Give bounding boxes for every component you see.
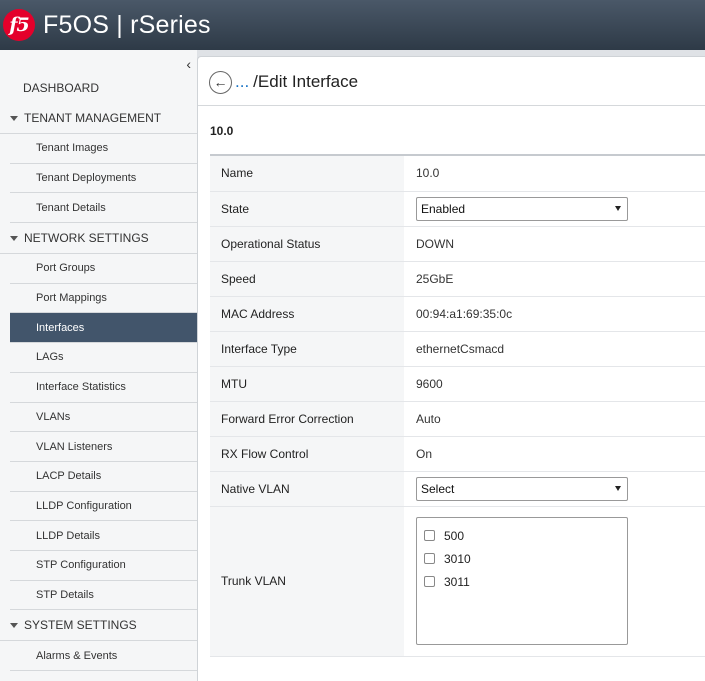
mac-address-value: 00:94:a1:69:35:0c (404, 296, 705, 332)
trunk-vlan-label: Trunk VLAN (210, 506, 404, 657)
native-vlan-select-value: Select (421, 481, 455, 496)
state-label: State (210, 191, 404, 227)
caret-down-icon (10, 235, 18, 241)
table-row: Speed 25GbE (210, 261, 705, 297)
fec-value: Auto (404, 401, 705, 437)
caret-down-icon (10, 622, 18, 628)
speed-label: Speed (210, 261, 404, 297)
sidebar-section-label: SYSTEM SETTINGS (24, 618, 137, 633)
state-select[interactable]: Enabled (416, 196, 628, 221)
sidebar-item-vlan-listeners[interactable]: VLAN Listeners (10, 432, 197, 462)
breadcrumb: ← ... /Edit Interface (209, 70, 358, 94)
sidebar-section-tenant-management[interactable]: TENANT MANAGEMENT (0, 103, 197, 134)
native-vlan-select[interactable]: Select (416, 476, 628, 501)
sidebar-item-dashboard[interactable]: DASHBOARD (0, 72, 197, 103)
interface-type-value: ethernetCsmacd (404, 331, 705, 367)
trunk-vlan-option[interactable]: 3011 (417, 570, 627, 593)
sidebar-item-interface-statistics[interactable]: Interface Statistics (10, 373, 197, 403)
trunk-vlan-option-label: 3011 (444, 574, 470, 589)
sidebar-item-port-mappings[interactable]: Port Mappings (10, 284, 197, 314)
table-row: Interface Type ethernetCsmacd (210, 331, 705, 367)
name-label: Name (210, 156, 404, 192)
sidebar-item-lacp-details[interactable]: LACP Details (10, 462, 197, 492)
sidebar-item-tenant-details[interactable]: Tenant Details (10, 193, 197, 224)
sidebar-item-lldp-details[interactable]: LLDP Details (10, 521, 197, 551)
trunk-vlan-option-label: 3010 (444, 551, 471, 566)
state-select-value: Enabled (421, 201, 466, 216)
dropdown-arrow-icon (615, 206, 621, 211)
dropdown-arrow-icon (615, 486, 621, 491)
app-title: F5OS | rSeries (43, 10, 211, 39)
breadcrumb-ellipsis-link[interactable]: ... (235, 72, 249, 92)
speed-value: 25GbE (404, 261, 705, 297)
checkbox[interactable] (424, 530, 435, 541)
sidebar-item-lags[interactable]: LAGs (10, 343, 197, 373)
checkbox[interactable] (424, 553, 435, 564)
sidebar-section-label: TENANT MANAGEMENT (24, 111, 162, 125)
caret-down-icon (10, 115, 18, 121)
rx-flow-control-value: On (404, 436, 705, 472)
table-row: MTU 9600 (210, 366, 705, 402)
sidebar-item-stp-configuration[interactable]: STP Configuration (10, 551, 197, 581)
sidebar-item-tenant-deployments[interactable]: Tenant Deployments (10, 164, 197, 194)
sidebar-item-vlans[interactable]: VLANs (10, 403, 197, 433)
table-row: State Enabled (210, 191, 705, 227)
trunk-vlan-option-label: 500 (444, 528, 465, 543)
table-row: Forward Error Correction Auto (210, 401, 705, 437)
checkbox[interactable] (424, 576, 435, 587)
native-vlan-label: Native VLAN (210, 471, 404, 507)
collapse-sidebar-icon[interactable]: ‹ (186, 56, 191, 72)
trunk-vlan-option[interactable]: 3010 (417, 547, 627, 570)
sidebar-item-alarms-events[interactable]: Alarms & Events (10, 641, 197, 671)
trunk-vlan-list[interactable]: 500 3010 3011 (416, 517, 628, 645)
table-row: Name 10.0 (210, 156, 705, 192)
mtu-value: 9600 (404, 366, 705, 402)
sidebar-section-network-settings[interactable]: NETWORK SETTINGS (0, 223, 197, 255)
sidebar: ‹ DASHBOARD TENANT MANAGEMENT Tenant Ima… (0, 50, 197, 681)
f5-logo: f5 (3, 9, 35, 41)
divider (198, 105, 705, 106)
trunk-vlan-option[interactable]: 500 (417, 524, 627, 547)
sidebar-nav: DASHBOARD TENANT MANAGEMENT Tenant Image… (0, 72, 197, 671)
sidebar-item-interfaces[interactable]: Interfaces (10, 313, 197, 344)
operational-status-value: DOWN (404, 226, 705, 262)
table-row: Native VLAN Select (210, 471, 705, 507)
sidebar-section-label: NETWORK SETTINGS (24, 231, 149, 246)
sidebar-item-port-groups[interactable]: Port Groups (10, 254, 197, 284)
mtu-label: MTU (210, 366, 404, 402)
mac-address-label: MAC Address (210, 296, 404, 332)
operational-status-label: Operational Status (210, 226, 404, 262)
table-row: Trunk VLAN 500 3010 3011 (210, 506, 705, 657)
main-content: ← ... /Edit Interface 10.0 Name 10.0 Sta… (197, 56, 705, 681)
table-row: MAC Address 00:94:a1:69:35:0c (210, 296, 705, 332)
sidebar-item-tenant-images[interactable]: Tenant Images (10, 134, 197, 164)
interface-properties-table: Name 10.0 State Enabled Operational Stat… (210, 156, 705, 657)
rx-flow-control-label: RX Flow Control (210, 436, 404, 472)
app-header: f5 F5OS | rSeries (0, 0, 705, 50)
sidebar-item-lldp-configuration[interactable]: LLDP Configuration (10, 492, 197, 522)
table-row: RX Flow Control On (210, 436, 705, 472)
back-arrow-icon[interactable]: ← (209, 70, 232, 94)
page-title: /Edit Interface (253, 72, 359, 91)
name-value: 10.0 (404, 156, 705, 192)
sidebar-item-stp-details[interactable]: STP Details (10, 581, 197, 611)
sidebar-section-system-settings[interactable]: SYSTEM SETTINGS (0, 610, 197, 642)
table-row: Operational Status DOWN (210, 226, 705, 262)
fec-label: Forward Error Correction (210, 401, 404, 437)
interface-id-heading: 10.0 (210, 124, 234, 138)
interface-type-label: Interface Type (210, 331, 404, 367)
